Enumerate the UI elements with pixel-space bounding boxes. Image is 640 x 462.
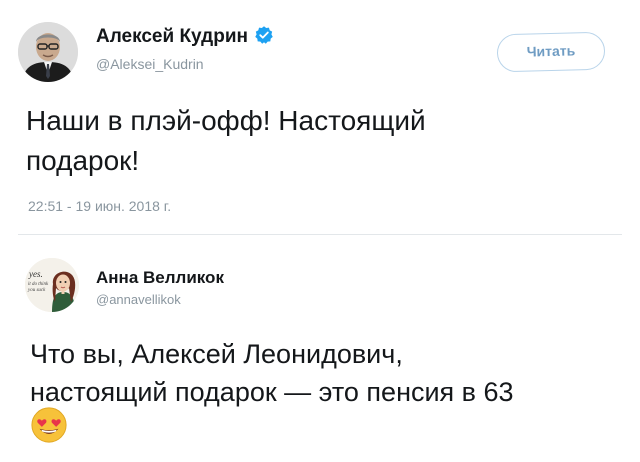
divider <box>18 234 622 235</box>
reply-text-line: настоящий подарок — это пенсия в 63 <box>30 377 514 407</box>
author-photo-icon <box>18 22 78 82</box>
svg-text:yes.: yes. <box>28 269 43 279</box>
reply-text: Что вы, Алексей Леонидович, настоящий по… <box>30 335 630 411</box>
follow-button[interactable]: Читать <box>496 31 606 73</box>
heart-eyes-emoji-icon <box>31 407 67 443</box>
tweet-text-line: Наши в плэй-офф! Настоящий <box>26 105 426 136</box>
verified-badge-icon <box>255 26 273 44</box>
author-handle[interactable]: @Aleksei_Kudrin <box>96 56 204 72</box>
tweet-screenshot: Алексей Кудрин @Aleksei_Kudrin Читать На… <box>0 0 640 462</box>
author-avatar[interactable] <box>18 22 78 82</box>
reply-text-line: Что вы, Алексей Леонидович, <box>30 339 403 369</box>
tweet-text: Наши в плэй-офф! Настоящий подарок! <box>26 101 586 181</box>
tweet-text-line: подарок! <box>26 145 140 176</box>
reply-author-name[interactable]: Анна Велликок <box>96 268 224 288</box>
author-name[interactable]: Алексей Кудрин <box>96 26 248 47</box>
svg-text:it do think: it do think <box>28 282 49 287</box>
author-name-row[interactable]: Алексей Кудрин <box>96 25 274 48</box>
reply-author-handle[interactable]: @annavellikok <box>96 292 181 307</box>
cartoon-girl-avatar-icon: yes. it do think you suck <box>25 258 79 312</box>
reply-author-avatar[interactable]: yes. it do think you suck <box>25 258 79 312</box>
svg-text:you suck: you suck <box>27 288 46 293</box>
tweet-timestamp[interactable]: 22:51 - 19 июн. 2018 г. <box>28 198 171 214</box>
